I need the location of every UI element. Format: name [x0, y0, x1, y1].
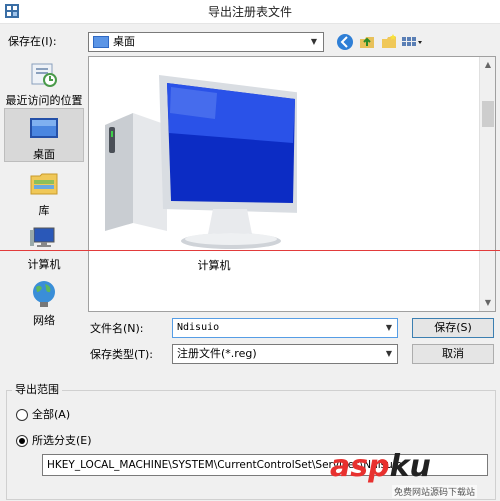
view-menu-icon[interactable] — [400, 33, 424, 51]
filename-input[interactable]: Ndisuio — [172, 318, 398, 338]
place-computer[interactable]: 计算机 — [4, 222, 84, 271]
desktop-icon — [93, 36, 109, 48]
chevron-down-icon[interactable]: ▼ — [380, 318, 398, 338]
watermark-subtitle: 免费网站源码下载站 — [392, 485, 478, 498]
file-list[interactable]: ▲ ▼ 计算机 — [88, 56, 496, 312]
back-icon[interactable] — [336, 33, 354, 51]
save-in-dropdown[interactable]: 桌面 ▼ — [88, 32, 324, 52]
window-title: 导出注册表文件 — [207, 5, 292, 19]
recent-places-icon — [31, 63, 57, 87]
place-library[interactable]: 库 — [4, 168, 84, 217]
cancel-button[interactable]: 取消 — [412, 344, 494, 364]
scroll-down-icon[interactable]: ▼ — [480, 295, 496, 311]
place-recent[interactable]: 最近访问的位置 — [4, 58, 84, 107]
computer-icon[interactable] — [97, 63, 297, 253]
radio-selected-branch[interactable] — [16, 435, 28, 447]
save-button[interactable]: 保存(S) — [412, 318, 494, 338]
file-item-label: 计算机 — [197, 259, 231, 272]
watermark-logo: aspku — [330, 450, 431, 484]
place-label: 桌面 — [33, 148, 55, 161]
radio-all-label[interactable]: 全部(A) — [32, 406, 70, 424]
vertical-scrollbar[interactable]: ▲ ▼ — [479, 57, 495, 311]
scroll-up-icon[interactable]: ▲ — [480, 57, 496, 73]
library-icon — [30, 173, 58, 195]
filetype-dropdown[interactable]: 注册文件(*.reg) — [172, 344, 398, 364]
save-in-label: 保存在(I): — [8, 35, 57, 48]
place-label: 库 — [38, 204, 50, 217]
new-folder-icon[interactable] — [380, 33, 398, 51]
network-icon — [33, 281, 55, 307]
desktop-icon — [30, 118, 58, 138]
export-range-title: 导出范围 — [12, 382, 62, 398]
place-label: 最近访问的位置 — [5, 94, 83, 107]
place-label: 计算机 — [27, 258, 61, 271]
save-in-value: 桌面 — [113, 35, 135, 48]
up-folder-icon[interactable] — [358, 33, 376, 51]
red-guide-line — [0, 250, 500, 251]
radio-all[interactable] — [16, 409, 28, 421]
radio-selected-branch-label[interactable]: 所选分支(E) — [32, 432, 92, 450]
place-network[interactable]: 网络 — [4, 278, 84, 327]
watermark-brand-b: ku — [389, 449, 431, 484]
place-desktop[interactable]: 桌面 — [4, 108, 84, 162]
chevron-down-icon: ▼ — [310, 37, 318, 46]
scroll-thumb[interactable] — [482, 101, 494, 127]
filename-label: 文件名(N): — [90, 322, 144, 335]
chevron-down-icon[interactable]: ▼ — [380, 344, 398, 364]
filetype-label: 保存类型(T): — [90, 348, 154, 361]
place-label: 网络 — [33, 314, 55, 327]
watermark-brand-a: asp — [330, 449, 390, 484]
